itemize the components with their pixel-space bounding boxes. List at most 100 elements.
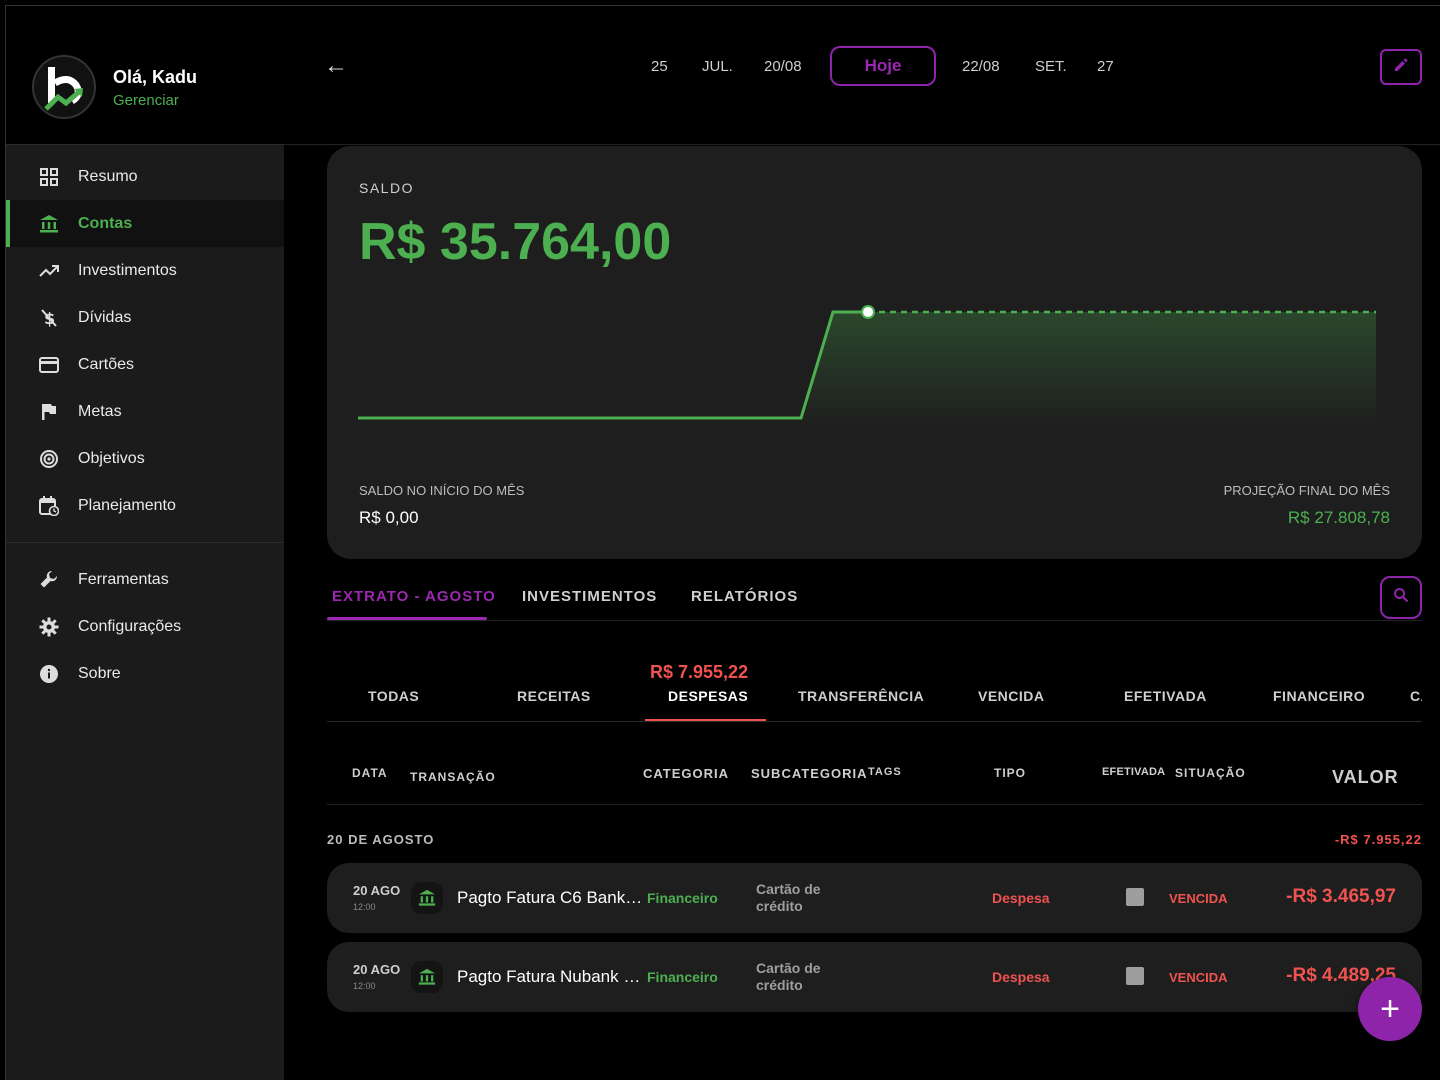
date-strip: 25 JUL. 20/08 Hoje 22/08 SET. 27 (284, 46, 1440, 86)
sidebar-item-configuracoes[interactable]: Configurações (6, 603, 284, 650)
section-tabs: EXTRATO - AGOSTO INVESTIMENTOS RELATÓRIO… (327, 578, 1422, 621)
credit-card-icon (38, 354, 60, 376)
sidebar-item-metas[interactable]: Metas (6, 388, 284, 435)
row-efetivada-checkbox[interactable] (1126, 967, 1144, 985)
date-option[interactable]: SET. (1035, 58, 1067, 75)
row-subcategory: Cartão de crédito (756, 881, 821, 914)
table-header: DATA TRANSAÇÃO CATEGORIA SUBCATEGORIA TA… (327, 723, 1422, 805)
filter-financeiro[interactable]: FINANCEIRO (1273, 688, 1365, 704)
sidebar-item-label: Resumo (78, 167, 138, 185)
date-option[interactable]: 22/08 (962, 58, 1000, 75)
sidebar-nav: Resumo Contas Investimentos $ Dívidas Ca… (6, 153, 284, 529)
row-efetivada-checkbox[interactable] (1126, 888, 1144, 906)
projection-label: PROJEÇÃO FINAL DO MÊS (1223, 483, 1390, 498)
gear-icon (38, 616, 60, 638)
filter-transferencia[interactable]: TRANSFERÊNCIA (798, 688, 924, 704)
chart-today-marker (861, 305, 875, 319)
active-tab-indicator (327, 617, 487, 620)
row-status: VENCIDA (1169, 970, 1228, 985)
row-date: 20 AGO (353, 883, 401, 898)
row-title: Pagto Fatura C6 Bank - Cartão (457, 888, 645, 907)
column-header-transacao[interactable]: TRANSAÇÃO (410, 770, 496, 784)
tab-extrato[interactable]: EXTRATO - AGOSTO (332, 588, 496, 605)
row-type: Despesa (992, 890, 1050, 906)
search-icon (1393, 587, 1409, 608)
sidebar-item-ferramentas[interactable]: Ferramentas (6, 556, 284, 603)
sidebar-item-label: Contas (78, 214, 133, 232)
add-transaction-button[interactable]: + (1358, 977, 1422, 1041)
bank-icon (38, 213, 60, 235)
filter-efetivada[interactable]: EFETIVADA (1124, 688, 1207, 704)
filter-truncated[interactable]: CA (1410, 688, 1422, 704)
filter-tabs: TODAS RECEITAS R$ 7.955,22 DESPESAS TRAN… (327, 650, 1422, 722)
row-date: 20 AGO (353, 962, 401, 977)
column-header-tipo[interactable]: TIPO (994, 766, 1026, 780)
sidebar-item-investimentos[interactable]: Investimentos (6, 247, 284, 294)
sidebar-item-dividas[interactable]: $ Dívidas (6, 294, 284, 341)
bank-icon (411, 882, 443, 914)
column-header-subcategoria[interactable]: SUBCATEGORIA (751, 766, 867, 781)
row-status: VENCIDA (1169, 891, 1228, 906)
edit-button[interactable] (1380, 49, 1422, 85)
start-balance-label: SALDO NO INÍCIO DO MÊS (359, 483, 525, 498)
date-option[interactable]: JUL. (702, 58, 733, 75)
profile-header[interactable]: Olá, Kadu Gerenciar (6, 6, 284, 145)
column-header-tags[interactable]: TAGS (868, 766, 902, 778)
active-filter-indicator (645, 719, 766, 721)
user-greeting: Olá, Kadu (113, 67, 198, 87)
row-type: Despesa (992, 969, 1050, 985)
sidebar-item-cartoes[interactable]: Cartões (6, 341, 284, 388)
group-total: -R$ 7.955,22 (1334, 832, 1422, 847)
pencil-icon (1393, 57, 1409, 78)
start-balance-value: R$ 0,00 (359, 508, 419, 527)
sidebar-item-label: Investimentos (78, 261, 177, 279)
target-icon (38, 448, 60, 470)
today-button[interactable]: Hoje (830, 46, 936, 86)
sidebar-item-label: Configurações (78, 617, 182, 635)
column-header-situacao[interactable]: SITUAÇÃO (1175, 766, 1246, 780)
sidebar: Olá, Kadu Gerenciar Resumo Contas Invest… (6, 6, 284, 1080)
trending-up-icon (38, 260, 60, 282)
row-subcategory: Cartão de crédito (756, 960, 821, 993)
column-header-efetivada[interactable]: EFETIVADA (1102, 766, 1165, 778)
info-icon (38, 663, 60, 685)
sidebar-divider (6, 542, 284, 543)
sidebar-item-label: Sobre (78, 664, 121, 682)
sidebar-item-planejamento[interactable]: Planejamento (6, 482, 284, 529)
row-category: Financeiro (647, 890, 718, 906)
sidebar-item-label: Planejamento (78, 496, 176, 514)
filter-todas[interactable]: TODAS (368, 688, 419, 704)
sidebar-item-label: Ferramentas (78, 570, 169, 588)
row-category: Financeiro (647, 969, 718, 985)
row-time: 12:00 (353, 902, 376, 912)
tab-investimentos[interactable]: INVESTIMENTOS (522, 588, 657, 605)
chart-area (801, 312, 1376, 430)
sidebar-item-objetivos[interactable]: Objetivos (6, 435, 284, 482)
search-button[interactable] (1380, 576, 1422, 619)
app-logo (32, 55, 96, 119)
sidebar-item-label: Metas (78, 402, 122, 420)
sidebar-item-contas[interactable]: Contas (6, 200, 284, 247)
tab-relatorios[interactable]: RELATÓRIOS (691, 588, 798, 605)
flag-icon (38, 401, 60, 423)
money-off-icon: $ (38, 307, 60, 329)
sidebar-item-resumo[interactable]: Resumo (6, 153, 284, 200)
manage-link[interactable]: Gerenciar (113, 92, 179, 109)
grid-icon (38, 166, 60, 188)
sidebar-item-label: Cartões (78, 355, 135, 373)
date-option[interactable]: 27 (1097, 58, 1114, 75)
column-header-data[interactable]: DATA (352, 766, 388, 780)
date-option[interactable]: 25 (651, 58, 668, 75)
wrench-icon (38, 569, 60, 591)
column-header-categoria[interactable]: CATEGORIA (643, 766, 729, 781)
filter-receitas[interactable]: RECEITAS (517, 688, 591, 704)
sidebar-item-sobre[interactable]: Sobre (6, 650, 284, 697)
date-option[interactable]: 20/08 (764, 58, 802, 75)
chart-line-actual (358, 310, 868, 420)
filter-despesas-amount: R$ 7.955,22 (650, 662, 749, 682)
filter-vencida[interactable]: VENCIDA (978, 688, 1045, 704)
table-row[interactable]: 20 AGO 12:00 Pagto Fatura C6 Bank - Cart… (327, 863, 1422, 933)
column-header-valor[interactable]: VALOR (1332, 767, 1399, 788)
filter-despesas[interactable]: DESPESAS (668, 688, 748, 704)
table-row[interactable]: 20 AGO 12:00 Pagto Fatura Nubank - Cartã… (327, 942, 1422, 1012)
